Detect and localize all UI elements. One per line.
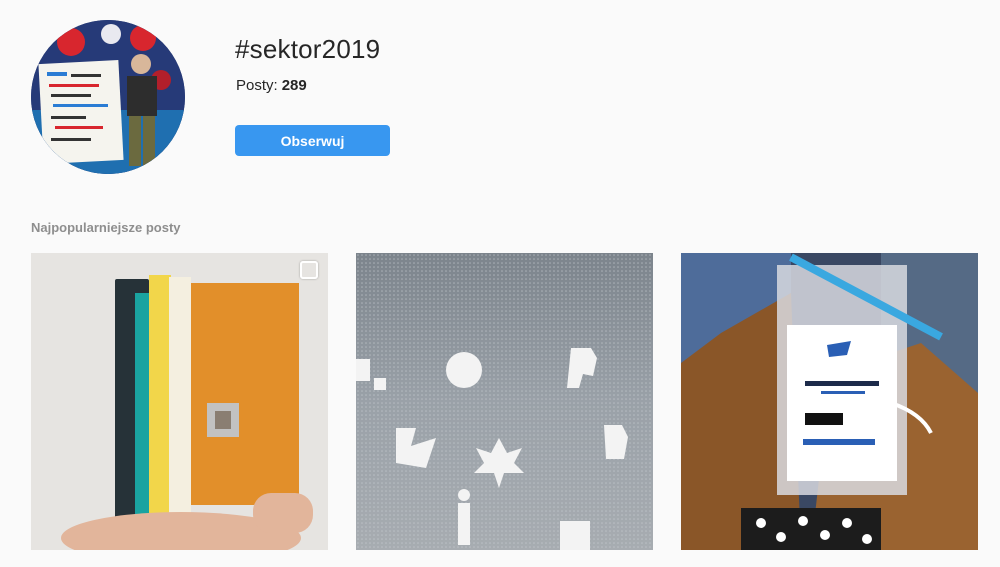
hashtag-page: #sektor2019 Posty: 289 Obserwuj Najpopula… — [0, 0, 1000, 567]
posts-count-line: Posty: 289 — [236, 77, 307, 94]
hashtag-avatar — [31, 20, 185, 174]
post-thumbnail-2[interactable] — [356, 253, 653, 550]
top-posts-heading: Najpopularniejsze posty — [31, 220, 181, 235]
post-thumbnail-1[interactable] — [31, 253, 328, 550]
carousel-icon — [300, 261, 318, 279]
hashtag-title: #sektor2019 — [235, 34, 381, 64]
follow-button[interactable]: Obserwuj — [235, 125, 390, 156]
posts-count: 289 — [281, 77, 307, 94]
posts-label: Posty: — [236, 77, 278, 94]
post-thumbnail-3[interactable] — [681, 253, 978, 550]
